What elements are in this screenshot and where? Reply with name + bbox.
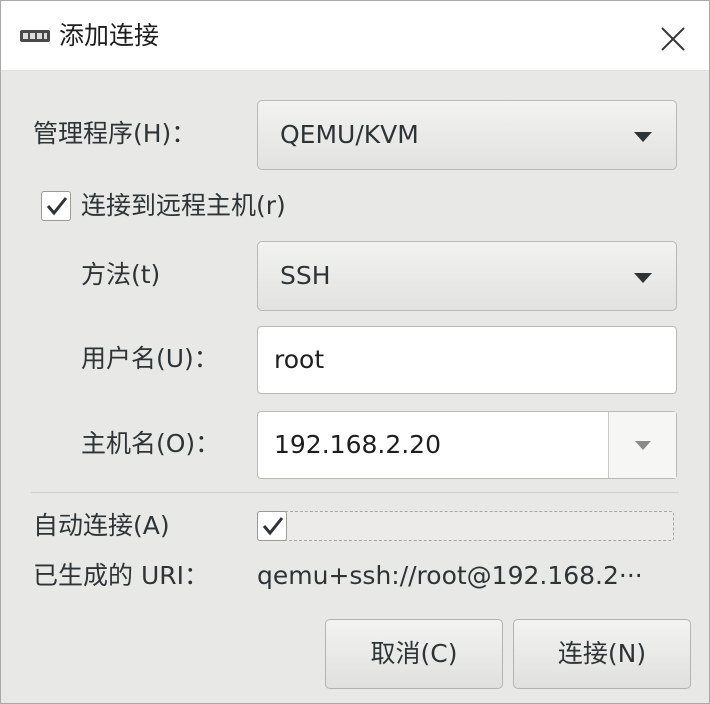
remote-host-checkbox[interactable] [41, 191, 71, 221]
username-field[interactable]: root [257, 326, 677, 394]
hypervisor-label: 管理程序(H)： [33, 119, 197, 148]
add-connection-dialog: 添加连接 管理程序(H)： QEMU/KVM 连接到远程主机(r) 方法(t) … [0, 0, 710, 704]
chevron-down-icon [634, 273, 652, 283]
hypervisor-value: QEMU/KVM [280, 120, 419, 149]
close-icon [661, 27, 685, 51]
uri-value: qemu+ssh://root@192.168.2··· [257, 561, 643, 590]
hostname-label: 主机名(O)： [81, 429, 221, 458]
window-title: 添加连接 [59, 21, 160, 50]
monitor-icon [19, 28, 51, 44]
remote-host-label: 连接到远程主机(r) [81, 191, 286, 220]
chevron-down-icon [634, 132, 652, 142]
autoconnect-checkbox[interactable] [257, 511, 287, 541]
autoconnect-label: 自动连接(A) [33, 511, 170, 540]
method-combo[interactable]: SSH [257, 241, 677, 311]
hypervisor-combo[interactable]: QEMU/KVM [257, 100, 677, 170]
method-value: SSH [280, 261, 331, 290]
cancel-button[interactable]: 取消(C) [325, 619, 503, 689]
autoconnect-toggle[interactable] [257, 511, 674, 541]
username-label: 用户名(U)： [81, 344, 219, 373]
hostname-field[interactable]: 192.168.2.20 [257, 411, 677, 479]
hostname-dropdown-button[interactable] [609, 412, 676, 478]
uri-label: 已生成的 URI： [33, 561, 209, 590]
checkmark-icon [46, 197, 68, 216]
chevron-down-icon [635, 441, 651, 450]
method-label: 方法(t) [81, 260, 161, 289]
username-value: root [274, 345, 325, 374]
separator [31, 492, 679, 493]
title-bar: 添加连接 [1, 1, 709, 71]
hostname-value: 192.168.2.20 [274, 430, 441, 459]
checkmark-icon [262, 517, 284, 536]
connect-button[interactable]: 连接(N) [513, 619, 691, 689]
close-button[interactable] [653, 19, 693, 59]
